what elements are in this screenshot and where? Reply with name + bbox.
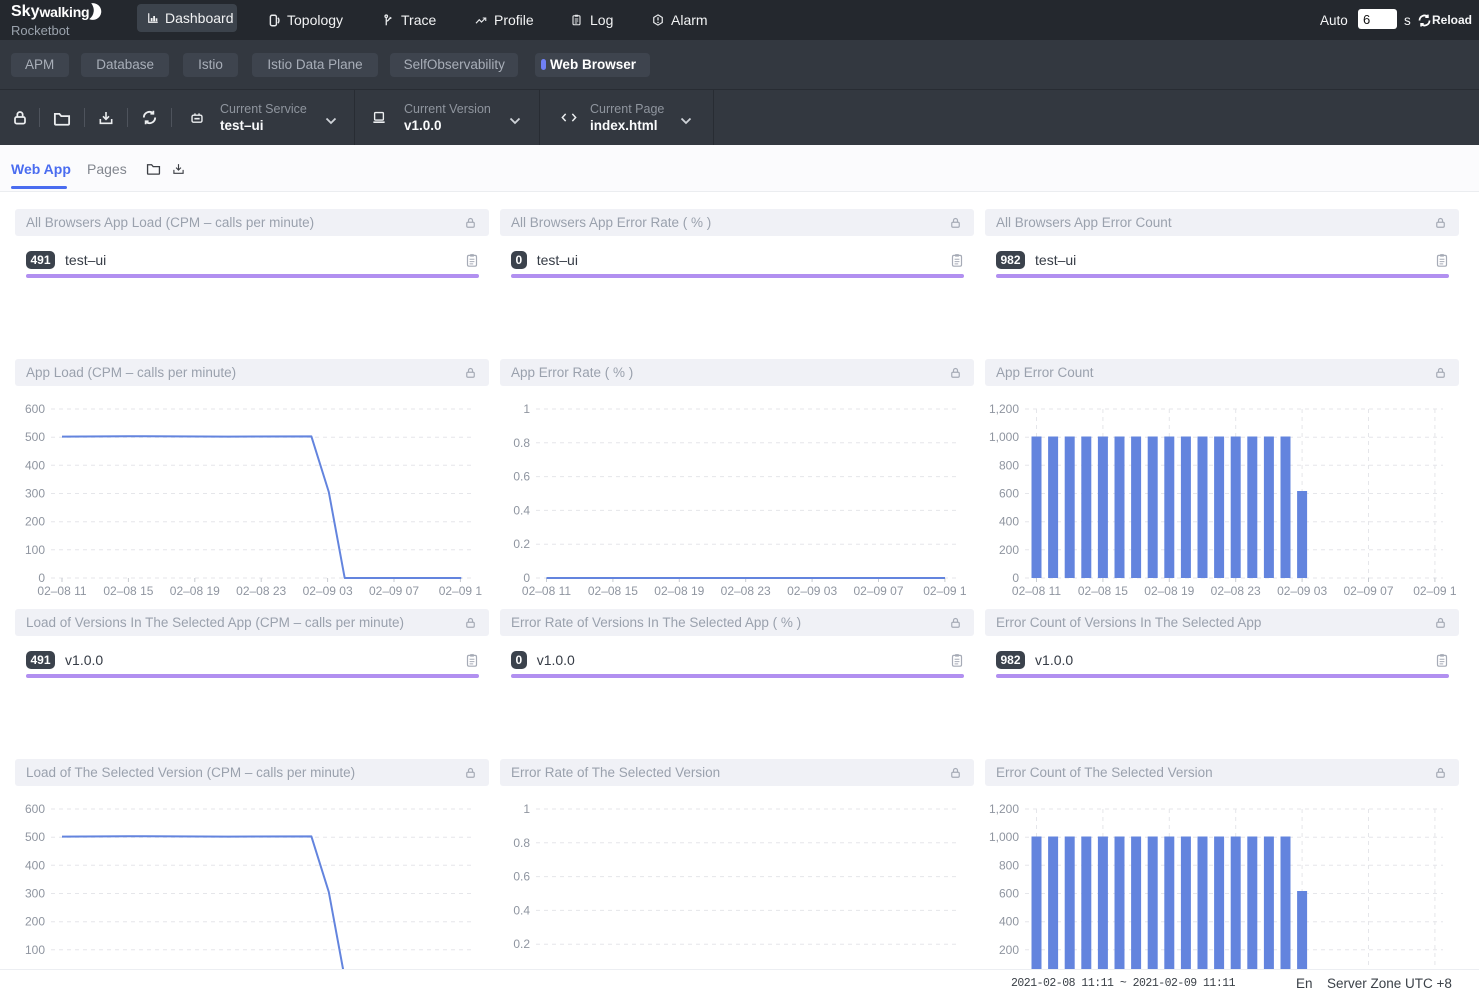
- svg-text:1,000: 1,000: [989, 830, 1019, 844]
- svg-text:600: 600: [999, 487, 1019, 501]
- svg-text:02–09 03: 02–09 03: [303, 584, 353, 598]
- svg-text:02–09 1: 02–09 1: [439, 584, 483, 598]
- svg-text:200: 200: [999, 943, 1019, 957]
- svg-text:500: 500: [25, 830, 45, 844]
- svg-text:0.8: 0.8: [513, 836, 530, 850]
- svg-text:1: 1: [523, 802, 530, 816]
- svg-text:02–08 23: 02–08 23: [721, 584, 771, 598]
- svg-text:1,000: 1,000: [989, 430, 1019, 444]
- svg-text:02–08 19: 02–08 19: [170, 584, 220, 598]
- svg-text:400: 400: [999, 915, 1019, 929]
- svg-text:02–09 07: 02–09 07: [1343, 584, 1393, 598]
- svg-text:02–08 23: 02–08 23: [1211, 584, 1261, 598]
- svg-text:02–08 15: 02–08 15: [1078, 584, 1128, 598]
- svg-text:0.4: 0.4: [513, 903, 530, 917]
- svg-text:300: 300: [25, 487, 45, 501]
- svg-text:02–09 03: 02–09 03: [1277, 584, 1327, 598]
- svg-text:100: 100: [25, 543, 45, 557]
- svg-text:02–08 15: 02–08 15: [103, 584, 153, 598]
- svg-text:200: 200: [999, 543, 1019, 557]
- svg-text:800: 800: [999, 858, 1019, 872]
- svg-text:1: 1: [523, 402, 530, 416]
- svg-text:400: 400: [25, 858, 45, 872]
- svg-text:02–09 03: 02–09 03: [787, 584, 837, 598]
- svg-text:400: 400: [25, 458, 45, 472]
- svg-text:0: 0: [1012, 571, 1019, 585]
- svg-text:600: 600: [25, 802, 45, 816]
- svg-text:02–09 1: 02–09 1: [1413, 584, 1457, 598]
- svg-text:0.2: 0.2: [513, 537, 530, 551]
- svg-text:0.2: 0.2: [513, 937, 530, 951]
- svg-text:02–09 1: 02–09 1: [923, 584, 967, 598]
- svg-text:1,200: 1,200: [989, 402, 1019, 416]
- svg-text:1,200: 1,200: [989, 802, 1019, 816]
- svg-text:02–08 19: 02–08 19: [1144, 584, 1194, 598]
- svg-text:100: 100: [25, 943, 45, 957]
- svg-text:600: 600: [999, 887, 1019, 901]
- svg-text:02–09 07: 02–09 07: [853, 584, 903, 598]
- svg-text:200: 200: [25, 915, 45, 929]
- svg-text:02–08 11: 02–08 11: [1012, 584, 1061, 598]
- svg-text:0.4: 0.4: [513, 503, 530, 517]
- svg-text:300: 300: [25, 887, 45, 901]
- svg-text:0: 0: [523, 571, 530, 585]
- svg-text:200: 200: [25, 515, 45, 529]
- svg-text:02–08 11: 02–08 11: [37, 584, 86, 598]
- svg-text:0: 0: [38, 571, 45, 585]
- svg-text:0.6: 0.6: [513, 470, 530, 484]
- svg-text:800: 800: [999, 458, 1019, 472]
- svg-text:02–08 15: 02–08 15: [588, 584, 638, 598]
- svg-text:02–09 07: 02–09 07: [369, 584, 419, 598]
- svg-text:0.6: 0.6: [513, 870, 530, 884]
- svg-text:600: 600: [25, 402, 45, 416]
- svg-text:500: 500: [25, 430, 45, 444]
- svg-text:02–08 11: 02–08 11: [522, 584, 571, 598]
- svg-text:400: 400: [999, 515, 1019, 529]
- svg-text:02–08 23: 02–08 23: [236, 584, 286, 598]
- svg-text:02–08 19: 02–08 19: [654, 584, 704, 598]
- svg-text:0.8: 0.8: [513, 436, 530, 450]
